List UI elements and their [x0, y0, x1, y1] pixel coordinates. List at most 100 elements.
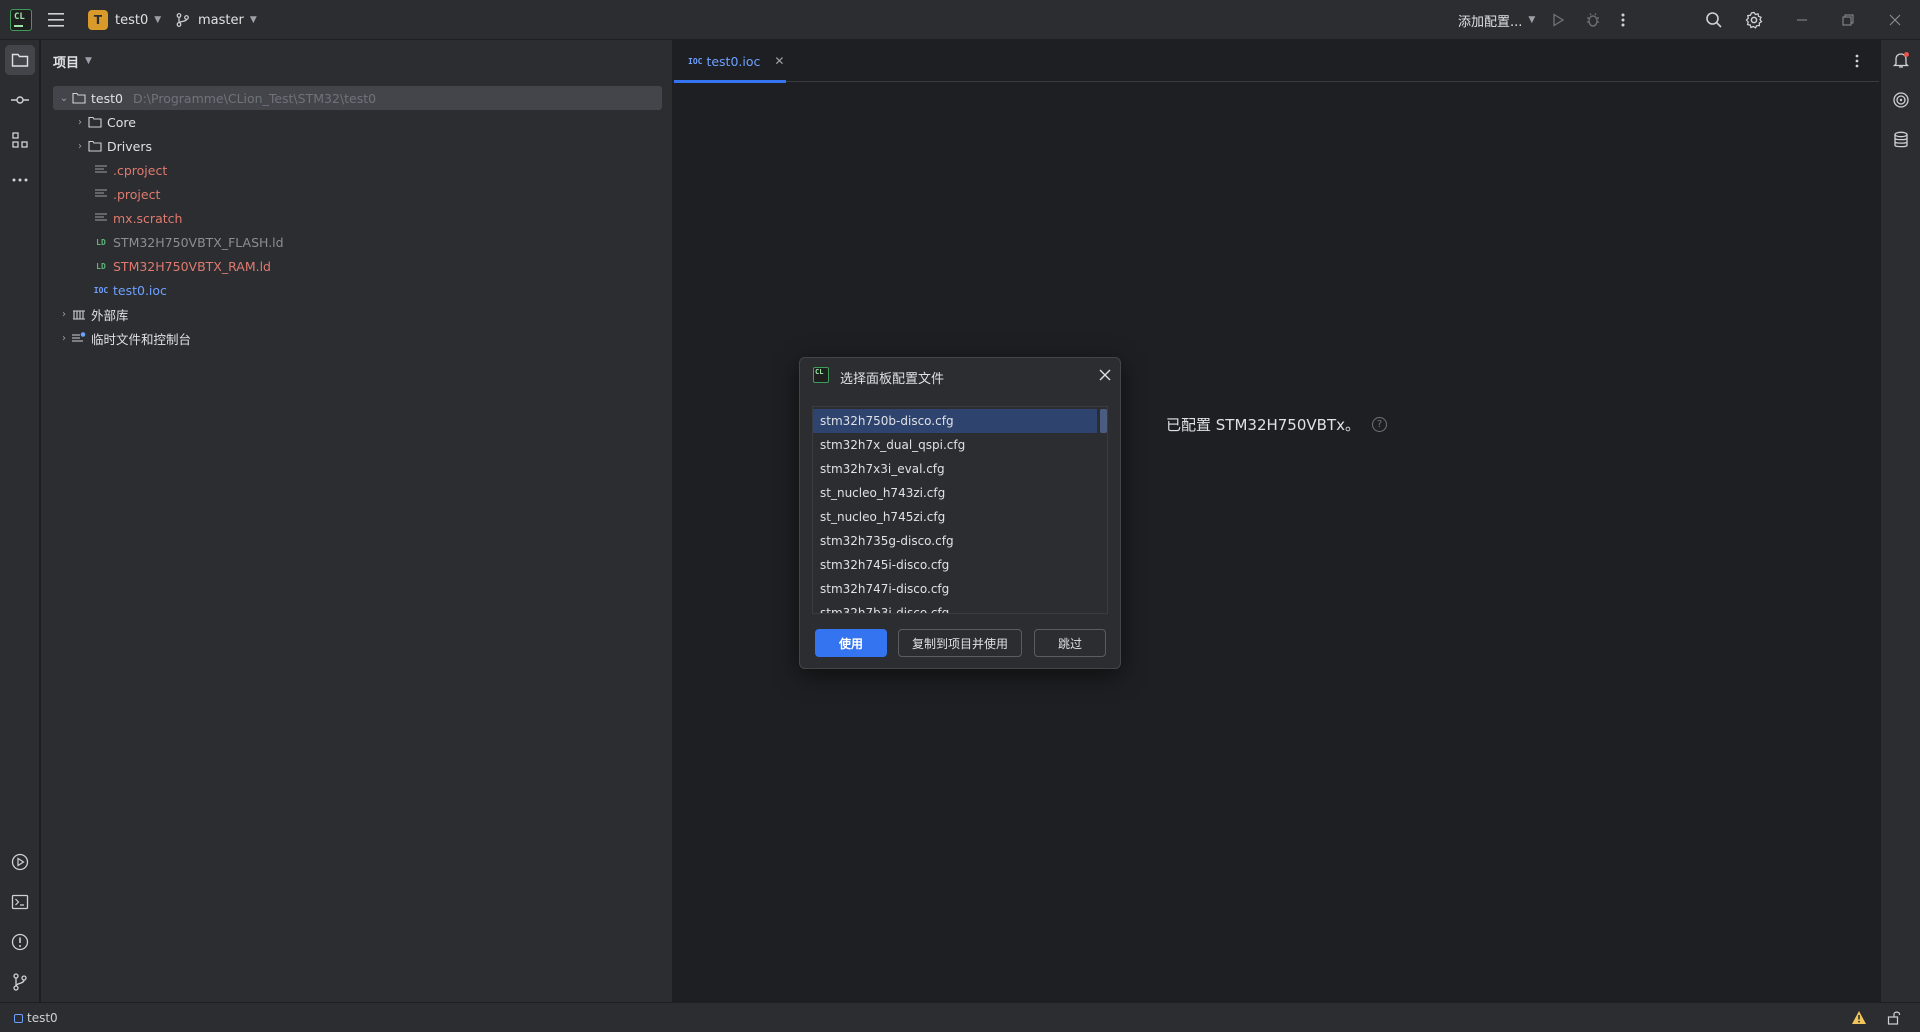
- warning-icon: [1852, 1011, 1866, 1024]
- close-icon: [1099, 369, 1111, 381]
- chevron-right-icon[interactable]: ›: [73, 141, 87, 152]
- tree-item-label: .project: [113, 186, 161, 202]
- dialog-close-button[interactable]: [1097, 367, 1113, 383]
- read-only-toggle[interactable]: [1887, 1010, 1901, 1029]
- folder-icon: [87, 114, 103, 130]
- tree-item-cproject[interactable]: .cproject: [93, 158, 167, 182]
- more-vertical-icon: [1855, 54, 1859, 68]
- tree-item-flash-ld[interactable]: LD STM32H750VBTX_FLASH.ld: [93, 230, 284, 254]
- board-config-dialog: CL 选择面板配置文件 stm32h750b-disco.cfg stm32h7…: [799, 357, 1121, 669]
- more-tools-button[interactable]: [5, 165, 35, 195]
- tree-item-ram-ld[interactable]: LD STM32H750VBTX_RAM.ld: [93, 254, 271, 278]
- ai-assistant-button[interactable]: [1886, 85, 1916, 115]
- settings-button[interactable]: [1745, 0, 1763, 40]
- project-tool-button[interactable]: [5, 45, 35, 75]
- run-button[interactable]: [1550, 0, 1566, 40]
- bug-icon: [1587, 13, 1599, 27]
- restore-icon: [1842, 14, 1854, 26]
- search-button[interactable]: [1705, 0, 1723, 40]
- ai-assistant-icon: [1893, 92, 1909, 108]
- tree-item-ioc[interactable]: IOC test0.ioc: [93, 278, 167, 302]
- terminal-tool-button[interactable]: [5, 887, 35, 917]
- git-branch-icon: [176, 13, 189, 27]
- list-item[interactable]: stm32h7x_dual_qspi.cfg: [813, 433, 1097, 457]
- play-icon: [1553, 13, 1565, 27]
- git-branch-icon: [13, 973, 27, 991]
- configured-message: 已配置 STM32H750VBTx。 ?: [1166, 414, 1387, 435]
- database-icon: [1894, 131, 1908, 148]
- chevron-right-icon[interactable]: ›: [73, 117, 87, 128]
- list-item[interactable]: stm32h747i-disco.cfg: [813, 577, 1097, 601]
- structure-tool-button[interactable]: [5, 125, 35, 155]
- chevron-down-icon: ▼: [154, 15, 162, 25]
- close-window-button[interactable]: [1889, 0, 1901, 40]
- use-button[interactable]: 使用: [815, 629, 887, 657]
- dialog-title: 选择面板配置文件: [840, 372, 945, 387]
- notifications-button[interactable]: [1886, 45, 1916, 75]
- list-item[interactable]: st_nucleo_h745zi.cfg: [813, 505, 1097, 529]
- tree-item-external-libraries[interactable]: › 外部库: [53, 302, 129, 326]
- chevron-right-icon[interactable]: ›: [57, 309, 71, 320]
- text-file-icon: [93, 162, 109, 178]
- tree-item-project[interactable]: .project: [93, 182, 160, 206]
- status-project[interactable]: test0: [14, 1011, 58, 1025]
- tab-options-button[interactable]: [1854, 53, 1860, 73]
- tree-item-drivers[interactable]: › Drivers: [73, 134, 152, 158]
- problems-icon: [11, 933, 29, 951]
- chevron-down-icon[interactable]: ⌄: [57, 93, 71, 104]
- list-item[interactable]: stm32h7x3i_eval.cfg: [813, 457, 1097, 481]
- list-item[interactable]: stm32h750b-disco.cfg: [813, 409, 1097, 433]
- database-button[interactable]: [1886, 125, 1916, 155]
- panel-title: 项目: [53, 55, 80, 71]
- bell-icon: [1892, 52, 1910, 68]
- branch-switcher[interactable]: master ▼: [176, 0, 257, 40]
- list-item[interactable]: stm32h745i-disco.cfg: [813, 553, 1097, 577]
- ioc-file-icon: IOC: [688, 56, 703, 66]
- services-tool-button[interactable]: [5, 847, 35, 877]
- restore-button[interactable]: [1842, 0, 1854, 40]
- folder-icon: [87, 138, 103, 154]
- commit-icon: [11, 96, 29, 104]
- run-config-label: 添加配置...: [1458, 14, 1523, 30]
- close-icon: [1889, 14, 1901, 26]
- tab-test0-ioc[interactable]: IOC test0.ioc ✕: [674, 40, 786, 83]
- tree-item-core[interactable]: › Core: [73, 110, 136, 134]
- tree-item-label: .cproject: [113, 162, 168, 178]
- search-icon: [1706, 12, 1722, 28]
- tree-item-mx-scratch[interactable]: mx.scratch: [93, 206, 182, 230]
- tree-item-root[interactable]: ⌄ test0 D:\Programme\CLion_Test\STM32\te…: [53, 86, 662, 110]
- problems-tool-button[interactable]: [5, 927, 35, 957]
- tree-item-label: 临时文件和控制台: [91, 331, 192, 347]
- project-switcher[interactable]: T test0 ▼: [88, 0, 161, 40]
- tree-item-scratches[interactable]: › 临时文件和控制台: [53, 326, 191, 350]
- project-view-selector[interactable]: 项目 ▼: [53, 50, 92, 72]
- skip-button[interactable]: 跳过: [1034, 629, 1106, 657]
- main-menu-button[interactable]: [48, 0, 66, 40]
- list-item[interactable]: stm32h7b3i-disco.cfg: [813, 601, 1097, 613]
- debug-button[interactable]: [1585, 0, 1601, 40]
- project-badge: T: [88, 10, 108, 30]
- more-vertical-icon: [1621, 13, 1625, 27]
- chevron-down-icon: ▼: [1528, 15, 1536, 25]
- list-scrollbar[interactable]: [1100, 409, 1107, 433]
- tab-label: test0.ioc: [706, 53, 761, 69]
- run-config-selector[interactable]: 添加配置... ▼: [1458, 0, 1535, 40]
- more-actions-button[interactable]: [1620, 0, 1626, 40]
- unlock-icon: [1887, 1011, 1901, 1025]
- commit-tool-button[interactable]: [5, 85, 35, 115]
- app-logo: CL: [813, 367, 829, 383]
- tree-item-label: STM32H750VBTX_FLASH.ld: [113, 234, 284, 250]
- list-item[interactable]: stm32h735g-disco.cfg: [813, 529, 1097, 553]
- warning-indicator[interactable]: [1851, 1010, 1867, 1029]
- copy-and-use-button[interactable]: 复制到项目并使用: [898, 629, 1022, 657]
- right-tool-strip: [1880, 40, 1920, 1002]
- chevron-right-icon[interactable]: ›: [57, 333, 71, 344]
- close-tab-icon[interactable]: ✕: [774, 54, 784, 68]
- help-icon[interactable]: ?: [1371, 417, 1387, 432]
- config-file-list[interactable]: stm32h750b-disco.cfg stm32h7x_dual_qspi.…: [812, 406, 1108, 614]
- git-tool-button[interactable]: [5, 967, 35, 997]
- project-name: test0: [115, 12, 149, 28]
- list-item[interactable]: st_nucleo_h743zi.cfg: [813, 481, 1097, 505]
- title-bar: CL T test0 ▼ master ▼ 添加配置... ▼: [0, 0, 1920, 40]
- minimize-button[interactable]: [1796, 0, 1808, 40]
